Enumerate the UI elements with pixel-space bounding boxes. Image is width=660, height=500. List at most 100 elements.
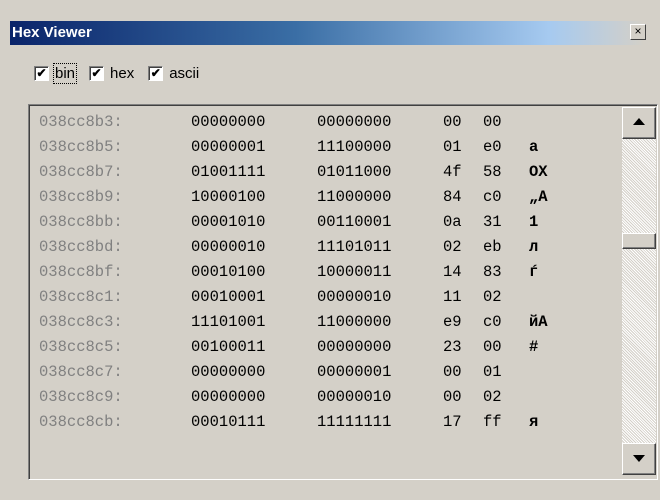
close-button[interactable]: × (630, 24, 646, 40)
hex-dump-panel[interactable]: 038cc8b3: 00000000 00000000 00 00 038cc8b5: 00… (28, 104, 658, 480)
row-hex-byte-2: 02 (483, 388, 502, 406)
row-hex-byte-1: 17 (443, 413, 462, 431)
hex-row: 038cc8c9: 00000000 00000010 00 02 (39, 385, 617, 410)
row-binary-byte-2: 00110001 (317, 213, 392, 231)
option-hex[interactable]: ✔ hex (89, 65, 134, 82)
row-binary-byte-2: 11000000 (317, 188, 392, 206)
row-hex-byte-1: 00 (443, 363, 462, 381)
row-binary-byte-1: 00000001 (191, 138, 266, 156)
row-binary-byte-2: 01011000 (317, 163, 392, 181)
row-binary-byte-2: 00000000 (317, 113, 392, 131)
row-hex-byte-2: 00 (483, 113, 502, 131)
option-bin[interactable]: ✔ bin (34, 62, 78, 84)
row-binary-byte-2: 00000000 (317, 338, 392, 356)
row-hex-byte-2: ff (483, 413, 502, 431)
row-binary-byte-1: 00010111 (191, 413, 266, 431)
row-address: 038cc8bb: (39, 213, 123, 231)
arrow-up-icon (633, 118, 645, 125)
row-address: 038cc8c5: (39, 338, 123, 356)
row-binary-byte-2: 11000000 (317, 313, 392, 331)
ascii-checkbox[interactable]: ✔ (148, 65, 164, 81)
row-ascii: а (529, 138, 539, 156)
row-binary-byte-1: 00000000 (191, 388, 266, 406)
hex-row: 038cc8cb: 00010111 11111111 17 ff я (39, 410, 617, 435)
row-binary-byte-1: 00100011 (191, 338, 266, 356)
option-ascii[interactable]: ✔ ascii (148, 65, 199, 82)
view-options: ✔ bin ✔ hex ✔ ascii (34, 62, 213, 84)
row-binary-byte-2: 11100000 (317, 138, 392, 156)
title-bar[interactable]: Hex Viewer × (10, 21, 646, 45)
checkmark-icon: ✔ (91, 65, 102, 80)
row-address: 038cc8b5: (39, 138, 123, 156)
hex-row: 038cc8c1: 00010001 00000010 11 02 (39, 285, 617, 310)
bin-checkbox[interactable]: ✔ (34, 65, 49, 81)
bin-label[interactable]: bin (52, 62, 78, 84)
row-hex-byte-1: 14 (443, 263, 462, 281)
row-hex-byte-1: 23 (443, 338, 462, 356)
scroll-down-button[interactable] (622, 443, 656, 475)
row-ascii: „А (529, 188, 548, 206)
row-binary-byte-1: 00000000 (191, 113, 266, 131)
row-address: 038cc8c7: (39, 363, 123, 381)
hex-row: 038cc8b3: 00000000 00000000 00 00 (39, 110, 617, 135)
row-hex-byte-1: 00 (443, 388, 462, 406)
row-ascii: 1 (529, 213, 539, 231)
hex-row: 038cc8b9: 10000100 11000000 84 c0 „А (39, 185, 617, 210)
scroll-thumb[interactable] (622, 233, 656, 249)
row-hex-byte-2: 58 (483, 163, 502, 181)
hex-row: 038cc8bd: 00000010 11101011 02 eb л (39, 235, 617, 260)
row-hex-byte-2: 00 (483, 338, 502, 356)
row-binary-byte-1: 00000010 (191, 238, 266, 256)
row-ascii: л (529, 238, 539, 256)
arrow-down-icon (633, 455, 645, 462)
ascii-label[interactable]: ascii (169, 65, 199, 82)
hex-checkbox[interactable]: ✔ (89, 65, 105, 81)
row-binary-byte-1: 00000000 (191, 363, 266, 381)
row-binary-byte-2: 00000010 (317, 388, 392, 406)
row-address: 038cc8bd: (39, 238, 123, 256)
row-hex-byte-2: 01 (483, 363, 502, 381)
row-ascii: ѓ (529, 263, 539, 281)
row-hex-byte-2: c0 (483, 188, 502, 206)
row-hex-byte-2: eb (483, 238, 502, 256)
row-address: 038cc8c9: (39, 388, 123, 406)
hex-dump-rows: 038cc8b3: 00000000 00000000 00 00 038cc8b5: 00… (39, 110, 617, 435)
checkmark-icon: ✔ (36, 65, 47, 80)
row-hex-byte-1: 84 (443, 188, 462, 206)
row-binary-byte-2: 11111111 (317, 413, 392, 431)
row-binary-byte-2: 10000011 (317, 263, 392, 281)
row-binary-byte-1: 00001010 (191, 213, 266, 231)
row-binary-byte-2: 11101011 (317, 238, 392, 256)
row-binary-byte-1: 11101001 (191, 313, 266, 331)
row-address: 038cc8b3: (39, 113, 123, 131)
hex-row: 038cc8c3: 11101001 11000000 e9 c0 йА (39, 310, 617, 335)
row-binary-byte-1: 00010001 (191, 288, 266, 306)
hex-label[interactable]: hex (110, 65, 134, 82)
scroll-up-button[interactable] (622, 107, 656, 139)
row-hex-byte-2: 31 (483, 213, 502, 231)
close-icon: × (634, 24, 642, 38)
row-address: 038cc8c3: (39, 313, 123, 331)
row-ascii: OX (529, 163, 548, 181)
row-binary-byte-1: 10000100 (191, 188, 266, 206)
window-title: Hex Viewer (12, 24, 92, 41)
vertical-scrollbar[interactable] (622, 107, 656, 475)
row-address: 038cc8b9: (39, 188, 123, 206)
row-hex-byte-2: 02 (483, 288, 502, 306)
hex-row: 038cc8bf: 00010100 10000011 14 83 ѓ (39, 260, 617, 285)
row-address: 038cc8b7: (39, 163, 123, 181)
row-hex-byte-2: c0 (483, 313, 502, 331)
row-binary-byte-1: 01001111 (191, 163, 266, 181)
row-hex-byte-1: 00 (443, 113, 462, 131)
row-binary-byte-1: 00010100 (191, 263, 266, 281)
row-ascii: я (529, 413, 539, 431)
row-address: 038cc8c1: (39, 288, 123, 306)
row-hex-byte-1: 0a (443, 213, 462, 231)
hex-row: 038cc8c7: 00000000 00000001 00 01 (39, 360, 617, 385)
row-binary-byte-2: 00000010 (317, 288, 392, 306)
row-address: 038cc8bf: (39, 263, 123, 281)
row-ascii: # (529, 338, 539, 356)
row-hex-byte-2: 83 (483, 263, 502, 281)
row-hex-byte-1: e9 (443, 313, 462, 331)
hex-row: 038cc8b5: 00000001 11100000 01 e0 а (39, 135, 617, 160)
